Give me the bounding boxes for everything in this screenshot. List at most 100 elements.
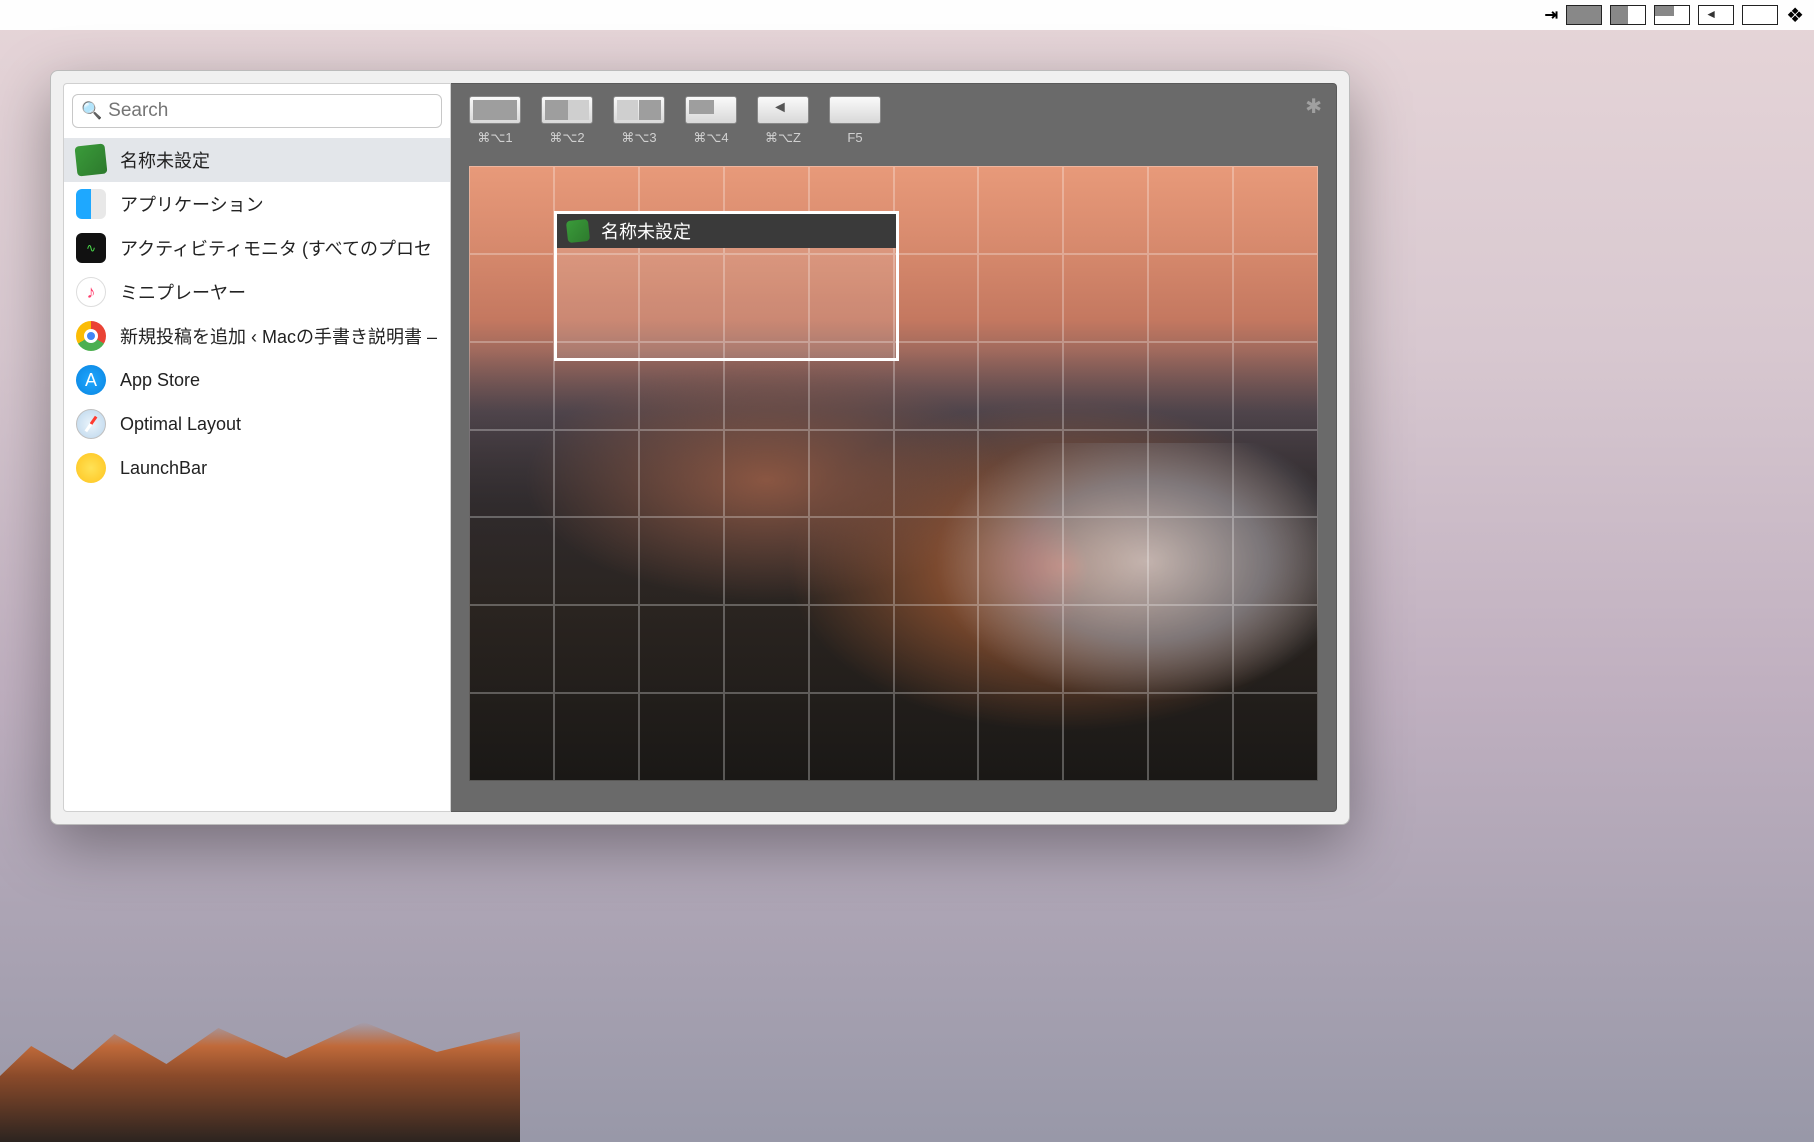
grid-cell[interactable] (1233, 430, 1318, 518)
menubar-layout-corner-icon[interactable] (1654, 5, 1690, 25)
preview-selected-title: 名称未設定 (601, 218, 691, 244)
grid-cell[interactable] (1063, 693, 1148, 781)
grid-cell[interactable] (978, 693, 1063, 781)
grid-cell[interactable] (894, 166, 979, 254)
grid-cell[interactable] (469, 693, 554, 781)
layout-shortcut-label: ⌘⌥2 (549, 130, 584, 146)
menubar-layout-undo-icon[interactable] (1698, 5, 1734, 25)
grid-cell[interactable] (1148, 605, 1233, 693)
grid-cell[interactable] (724, 693, 809, 781)
layout-button-undo[interactable]: ⌘⌥Z (757, 96, 809, 146)
menubar-layout-half-icon[interactable] (1610, 5, 1646, 25)
grid-cell[interactable] (1148, 254, 1233, 342)
search-wrap: 🔍 (64, 84, 450, 138)
grid-cell[interactable] (1063, 517, 1148, 605)
grid-cell[interactable] (639, 693, 724, 781)
grid-cell[interactable] (978, 166, 1063, 254)
list-item[interactable]: 新規投稿を追加 ‹ Macの手書き説明書 – (64, 314, 450, 358)
grid-cell[interactable] (1063, 254, 1148, 342)
menubar-layout-blank-icon[interactable] (1742, 5, 1778, 25)
grid-cell[interactable] (809, 693, 894, 781)
grid-cell[interactable] (1063, 342, 1148, 430)
grid-cell[interactable] (1233, 166, 1318, 254)
grid-cell[interactable] (894, 254, 979, 342)
grid-cell[interactable] (809, 605, 894, 693)
grid-cell[interactable] (978, 254, 1063, 342)
desktop-wallpaper (0, 1022, 520, 1142)
grid-cell[interactable] (978, 517, 1063, 605)
grid-cell[interactable] (894, 517, 979, 605)
list-item[interactable]: AApp Store (64, 358, 450, 402)
dropbox-icon[interactable]: ❖ (1786, 3, 1804, 28)
grid-cell[interactable] (554, 693, 639, 781)
grid-cell[interactable] (894, 342, 979, 430)
grid-cell[interactable] (1233, 517, 1318, 605)
list-item[interactable]: アプリケーション (64, 182, 450, 226)
layout-button-corner[interactable]: ⌘⌥4 (685, 96, 737, 146)
grid-cell[interactable] (469, 605, 554, 693)
grid-cell[interactable] (554, 430, 639, 518)
settings-gear-icon[interactable]: ✱ (1305, 94, 1322, 119)
grid-cell[interactable] (1148, 342, 1233, 430)
arrow-to-bar-icon[interactable]: ⇥ (1545, 5, 1558, 25)
grid-cell[interactable] (809, 517, 894, 605)
grid-cell[interactable] (978, 430, 1063, 518)
list-item[interactable]: Optimal Layout (64, 402, 450, 446)
grid-cell[interactable] (1233, 342, 1318, 430)
layout-button-full[interactable]: ⌘⌥1 (469, 96, 521, 146)
grid-cell[interactable] (1233, 693, 1318, 781)
grid-cell[interactable] (554, 517, 639, 605)
layout-toolbar: ⌘⌥1 ⌘⌥2 ⌘⌥3 ⌘⌥4 ⌘⌥Z F5 (451, 84, 1336, 158)
grid-cell[interactable] (1148, 430, 1233, 518)
grid-cell[interactable] (554, 605, 639, 693)
menubar: ⇥ ❖ (0, 0, 1814, 30)
list-item-label: アプリケーション (120, 191, 264, 217)
grid-cell[interactable] (894, 605, 979, 693)
list-item[interactable]: 名称未設定 (64, 138, 450, 182)
grid-cell[interactable] (724, 605, 809, 693)
finder-icon (76, 189, 106, 219)
grid-cell[interactable] (894, 693, 979, 781)
preview-selected-window[interactable]: 名称未設定 (554, 211, 899, 361)
grid-cell[interactable] (1148, 693, 1233, 781)
grid-cell[interactable] (809, 430, 894, 518)
grid-cell[interactable] (1063, 166, 1148, 254)
list-item[interactable]: LaunchBar (64, 446, 450, 490)
grid-cell[interactable] (1233, 254, 1318, 342)
grid-cell[interactable] (894, 430, 979, 518)
safari-icon (76, 409, 106, 439)
layout-button-halfr[interactable]: ⌘⌥3 (613, 96, 665, 146)
layout-half-icon (541, 96, 593, 124)
list-item-label: アクティビティモニタ (すべてのプロセ (120, 235, 432, 261)
grid-cell[interactable] (639, 517, 724, 605)
grid-cell[interactable] (724, 430, 809, 518)
grid-cell[interactable] (1063, 605, 1148, 693)
grid-cell[interactable] (1148, 166, 1233, 254)
grid-cell[interactable] (639, 605, 724, 693)
window-list: 名称未設定アプリケーション ∿アクティビティモニタ (すべてのプロセ♪ミニプレーヤ… (64, 138, 450, 811)
grid-cell[interactable] (1148, 517, 1233, 605)
grid-cell[interactable] (639, 430, 724, 518)
layout-shortcut-label: ⌘⌥4 (693, 130, 728, 146)
grid-cell[interactable] (469, 517, 554, 605)
list-item[interactable]: ∿アクティビティモニタ (すべてのプロセ (64, 226, 450, 270)
search-field[interactable]: 🔍 (72, 94, 442, 128)
grid-cell[interactable] (724, 517, 809, 605)
grid-cell[interactable] (1063, 430, 1148, 518)
menubar-layout-full-icon[interactable] (1566, 5, 1602, 25)
grid-cell[interactable] (1233, 605, 1318, 693)
grid-cell[interactable] (978, 342, 1063, 430)
list-item[interactable]: ♪ミニプレーヤー (64, 270, 450, 314)
grid-cell[interactable] (469, 342, 554, 430)
layout-button-blank[interactable]: F5 (829, 96, 881, 145)
grid-cell[interactable] (469, 430, 554, 518)
screen-preview[interactable]: 名称未設定 (469, 166, 1318, 781)
grid-cell[interactable] (469, 166, 554, 254)
grid-cell[interactable] (469, 254, 554, 342)
layout-halfr-icon (613, 96, 665, 124)
layout-full-icon (469, 96, 521, 124)
layout-button-half[interactable]: ⌘⌥2 (541, 96, 593, 146)
list-item-label: ミニプレーヤー (120, 279, 246, 305)
grid-cell[interactable] (978, 605, 1063, 693)
search-input[interactable] (108, 100, 433, 122)
